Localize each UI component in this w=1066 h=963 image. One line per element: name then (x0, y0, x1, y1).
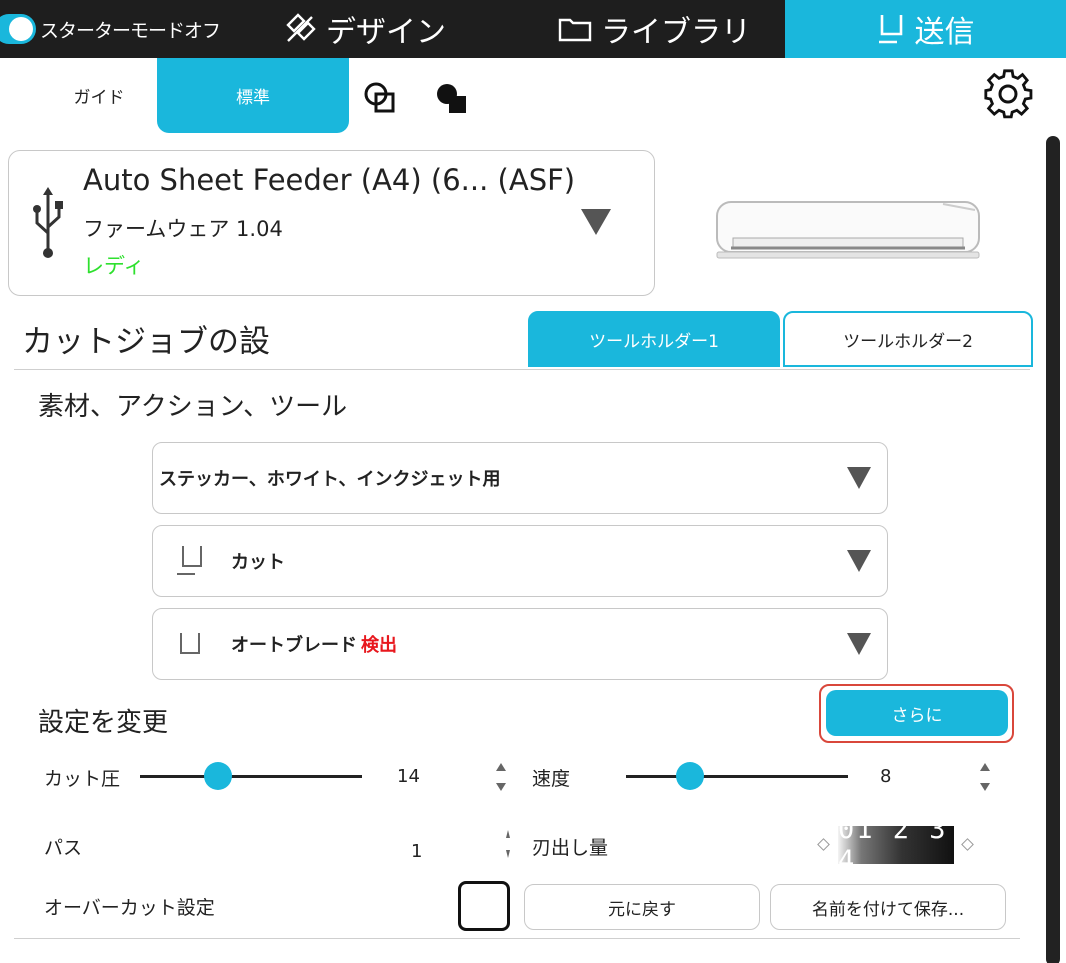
material-dropdown[interactable]: ステッカー、ホワイト、インクジェット用 (152, 442, 888, 514)
material-section-title: 素材、アクション、ツール (38, 392, 348, 422)
passes-value: 1 (411, 841, 423, 862)
cutting-machine-image (716, 201, 980, 259)
chevron-down-icon (847, 467, 871, 489)
firmware-version: ファームウェア 1.04 (83, 217, 283, 241)
more-button[interactable]: さらに (826, 690, 1008, 736)
device-status: レディ (83, 254, 145, 278)
change-settings-title: 設定を変更 (38, 708, 169, 738)
usb-icon (33, 187, 63, 258)
filled-shapes-button[interactable] (431, 78, 471, 118)
speed-slider-knob[interactable] (676, 762, 704, 790)
force-slider-knob[interactable] (204, 762, 232, 790)
blade-depth-label: 刃出し量 (532, 837, 609, 859)
starter-mode-label: スターターモードオフ (40, 20, 221, 42)
force-stepper[interactable] (494, 761, 508, 793)
blade-depth-digits: 01 2 3 4 (838, 814, 948, 876)
chevron-down-icon (847, 550, 871, 572)
device-name: Auto Sheet Feeder (A4) (6... (ASF) (83, 163, 576, 197)
tool-dropdown[interactable]: オートブレード 検出 (152, 608, 888, 680)
depth-right-arrow[interactable] (961, 838, 974, 851)
outline-shapes-icon (364, 82, 395, 113)
gear-icon (984, 69, 1033, 119)
action-dropdown[interactable]: カット (152, 525, 888, 597)
tool-detected-status: 検出 (361, 635, 397, 656)
speed-value: 8 (880, 766, 892, 787)
tab-send[interactable]: 送信 (785, 0, 1066, 58)
divider (14, 369, 1030, 370)
settings-button[interactable] (983, 68, 1035, 124)
design-icon (286, 13, 316, 42)
force-value: 14 (397, 766, 420, 787)
save-as-button[interactable]: 名前を付けて保存... (770, 884, 1006, 930)
mode-guide-tab[interactable]: ガイド (44, 58, 154, 132)
speed-label: 速度 (532, 768, 571, 790)
cut-tool-icon (177, 546, 202, 575)
send-icon (878, 15, 902, 44)
passes-stepper[interactable] (498, 828, 512, 860)
tab-design-label: デザイン (326, 15, 446, 50)
starter-mode-toggle[interactable] (0, 14, 36, 44)
tab-tool-holder-1[interactable]: ツールホルダー1 (528, 311, 780, 367)
toggle-knob (9, 17, 33, 41)
force-slider[interactable] (140, 775, 362, 778)
speed-stepper[interactable] (978, 761, 992, 793)
blade-depth-dial[interactable]: 01 2 3 4 (838, 814, 954, 876)
blade-holder-icon (180, 633, 200, 654)
outline-shapes-button[interactable] (360, 78, 400, 118)
speed-slider[interactable] (626, 775, 848, 778)
material-value: ステッカー、ホワイト、インクジェット用 (159, 469, 501, 490)
tab-design[interactable]: デザイン (284, 0, 446, 58)
cut-job-title: カットジョブの設 (22, 324, 270, 360)
force-label: カット圧 (44, 768, 121, 790)
mode-standard-tab[interactable]: 標準 (157, 58, 349, 133)
filled-shapes-icon (437, 84, 466, 113)
divider (14, 938, 1020, 939)
device-selector[interactable]: Auto Sheet Feeder (A4) (6... (ASF) ファームウ… (8, 150, 655, 296)
scrollbar[interactable] (1046, 136, 1060, 963)
action-value: カット (231, 552, 285, 573)
tab-library[interactable]: ライブラリ (557, 0, 751, 58)
reset-button[interactable]: 元に戻す (524, 884, 760, 930)
overcut-checkbox[interactable] (458, 881, 510, 931)
folder-icon (558, 18, 592, 42)
top-bar: スターターモードオフ デザイン ライブラリ 送信 (0, 0, 1066, 58)
depth-left-arrow[interactable] (817, 838, 830, 851)
tab-library-label: ライブラリ (601, 15, 751, 50)
tool-value: オートブレード (231, 635, 357, 656)
overcut-label: オーバーカット設定 (44, 897, 215, 919)
tab-tool-holder-2[interactable]: ツールホルダー2 (783, 311, 1033, 367)
chevron-down-icon (581, 209, 611, 235)
passes-label: パス (44, 837, 83, 859)
tab-send-label: 送信 (914, 15, 975, 50)
chevron-down-icon (847, 633, 871, 655)
